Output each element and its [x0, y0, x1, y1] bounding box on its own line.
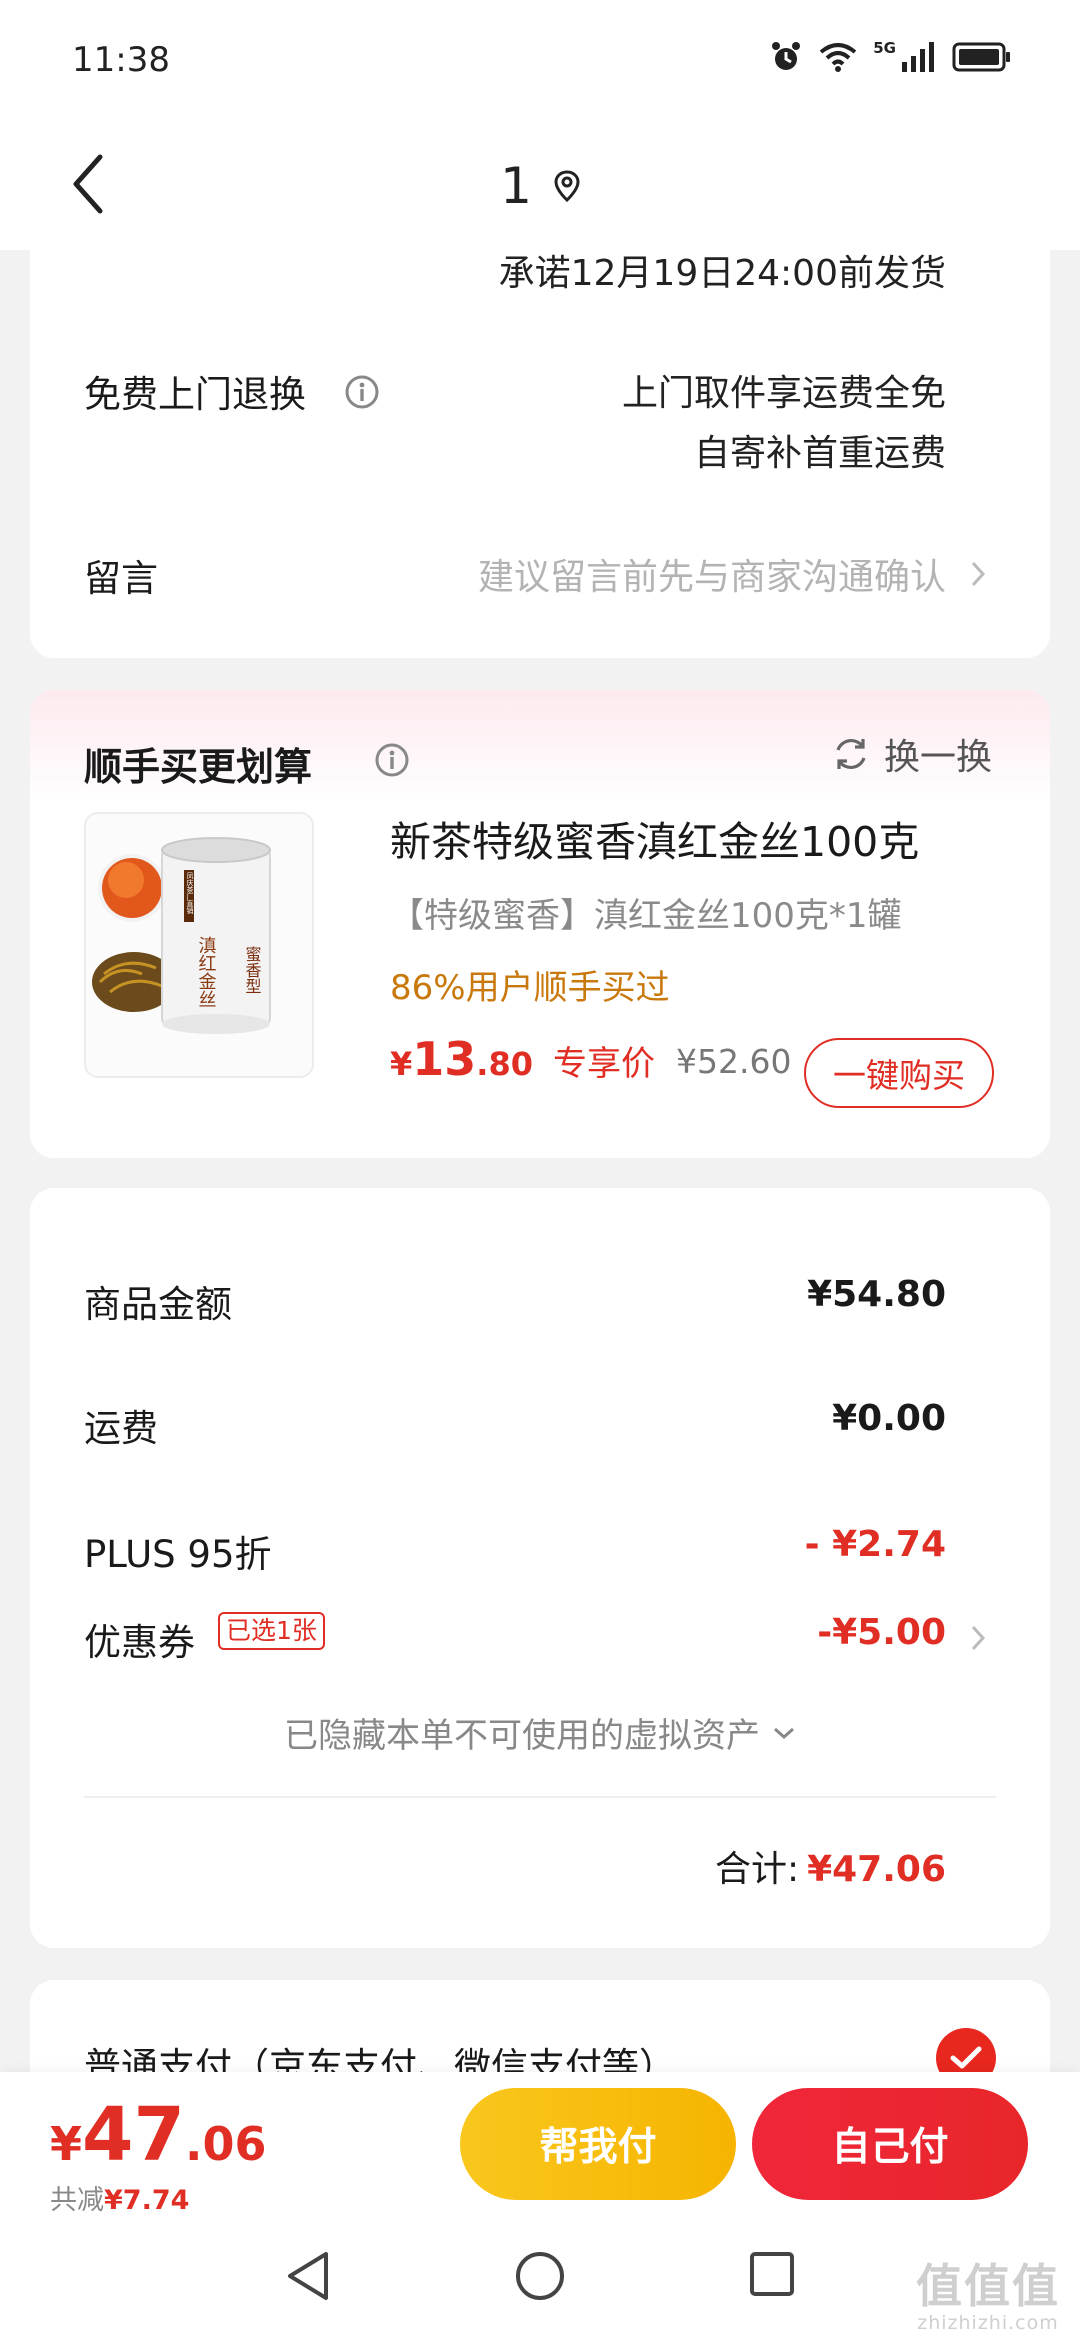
upsell-title: 顺手买更划算	[84, 745, 313, 789]
battery-icon	[952, 42, 1010, 72]
nav-back-icon[interactable]	[284, 2250, 332, 2302]
message-input[interactable]: 建议留言前先与商家沟通确认	[478, 548, 946, 600]
wifi-icon	[819, 43, 857, 72]
back-arrow-icon	[73, 154, 103, 214]
hidden-assets-toggle[interactable]: 已隐藏本单不可使用的虚拟资产	[30, 1708, 1050, 1757]
product-name[interactable]: 新茶特级蜜香滇红金丝100克	[390, 808, 919, 868]
nav-recents-icon[interactable]	[748, 2250, 796, 2298]
refresh-label: 换一换	[883, 737, 992, 778]
bottom-price-decimal: .06	[185, 2117, 267, 2171]
hidden-assets-text: 已隐藏本单不可使用的虚拟资产	[284, 1716, 760, 1756]
refresh-icon	[836, 738, 866, 770]
chevron-right-icon[interactable]	[970, 1624, 986, 1652]
info-icon[interactable]	[344, 374, 380, 410]
return-detail-line2: 自寄补首重运费	[693, 433, 946, 474]
watermark-site: zhizhizhi.com	[917, 2312, 1059, 2334]
price-decimal: .80	[476, 1045, 533, 1083]
watermark: 值值值 zhizhizhi.com	[916, 2250, 1060, 2334]
coupon-value[interactable]: -¥5.00	[817, 1612, 946, 1653]
return-details: 上门取件享运费全免 自寄补首重运费	[622, 364, 946, 484]
can-label-text: 蜜香型	[243, 945, 262, 994]
return-detail-line1: 上门取件享运费全免	[621, 373, 946, 414]
shipping-value: ¥0.00	[832, 1398, 946, 1439]
order-total: 合计: ¥47.06	[715, 1840, 946, 1892]
delivery-promise: 承诺12月19日24:00前发货	[498, 253, 946, 294]
nav-title-group[interactable]: 1	[0, 122, 1080, 250]
help-me-pay-button[interactable]: 帮我付	[460, 2088, 736, 2200]
social-proof: 86%用户顺手买过	[390, 968, 670, 1008]
one-click-buy-button[interactable]: 一键购买	[804, 1038, 994, 1108]
price-integer: 13	[412, 1032, 477, 1086]
total-value: ¥47.06	[807, 1849, 946, 1890]
bottom-price-symbol: ¥	[50, 2117, 83, 2171]
alarm-icon	[772, 42, 801, 70]
order-summary-card: 商品金额 ¥54.80 运费 ¥0.00 PLUS 95折 - ¥2.74 优惠…	[30, 1188, 1050, 1948]
can-side-text: 滇红金丝	[196, 936, 217, 1008]
pay-myself-button[interactable]: 自己付	[752, 2088, 1028, 2200]
price-symbol: ¥	[390, 1045, 413, 1083]
back-button[interactable]	[52, 144, 122, 224]
signal-icon	[902, 42, 934, 72]
coupon-selected-badge: 已选1张	[218, 1612, 325, 1650]
divider	[84, 1796, 996, 1798]
total-label: 合计:	[714, 1849, 800, 1890]
plus-discount-label: PLUS 95折	[84, 1533, 272, 1576]
check-icon	[950, 2046, 982, 2069]
status-time: 11:38	[72, 40, 170, 80]
chevron-right-icon	[971, 561, 986, 587]
free-return-label: 免费上门退换	[84, 373, 306, 416]
refresh-button[interactable]: 换一换	[832, 728, 992, 780]
info-icon[interactable]	[374, 742, 410, 778]
bottom-price-integer: 47	[82, 2092, 185, 2178]
exclusive-price: ¥ 13 .80 专享价	[390, 1032, 655, 1086]
coupon-label[interactable]: 优惠券	[84, 1612, 195, 1666]
location-pin-icon	[554, 170, 580, 202]
network-label: 5G	[873, 39, 896, 57]
nav-home-icon[interactable]	[514, 2250, 566, 2302]
tea-can-illustration: 滇红金丝 蜜香型 凤庆茶厂直销	[86, 814, 312, 1076]
shipping-label: 运费	[84, 1407, 158, 1450]
can-top-text: 凤庆茶厂直销	[186, 872, 194, 915]
delivery-card: 承诺12月19日24:00前发货 免费上门退换 上门取件享运费全免 自寄补首重运…	[30, 240, 1050, 658]
price-tag: 专享价	[552, 1044, 655, 1084]
watermark-logo: 值值值	[916, 2259, 1060, 2313]
product-image[interactable]: 滇红金丝 蜜香型 凤庆茶厂直销	[84, 812, 314, 1078]
status-icons: 5G	[769, 39, 1012, 74]
nav-title: 1	[500, 157, 532, 215]
checkout-page: 11:38 5G 1 承诺12月19日24:00前发货 免费上门退换 上门取件享…	[0, 0, 1080, 2340]
chevron-down-icon	[774, 1727, 794, 1739]
product-spec: 【特级蜜香】滇红金丝100克*1罐	[390, 896, 902, 936]
nav-bar: 1	[0, 122, 1080, 250]
plus-discount-value: - ¥2.74	[804, 1524, 946, 1565]
goods-amount-value: ¥54.80	[807, 1274, 946, 1315]
status-bar: 11:38 5G	[0, 0, 1080, 122]
bottom-total-price: ¥ 47 .06	[50, 2092, 267, 2178]
goods-amount-label: 商品金额	[84, 1283, 232, 1326]
original-price: ¥52.60	[676, 1042, 792, 1081]
message-label: 留言	[84, 557, 158, 600]
upsell-card: 顺手买更划算 换一换 滇红金丝 蜜香型 凤庆茶厂直销 新茶特级蜜香滇红金丝100…	[30, 690, 1050, 1158]
